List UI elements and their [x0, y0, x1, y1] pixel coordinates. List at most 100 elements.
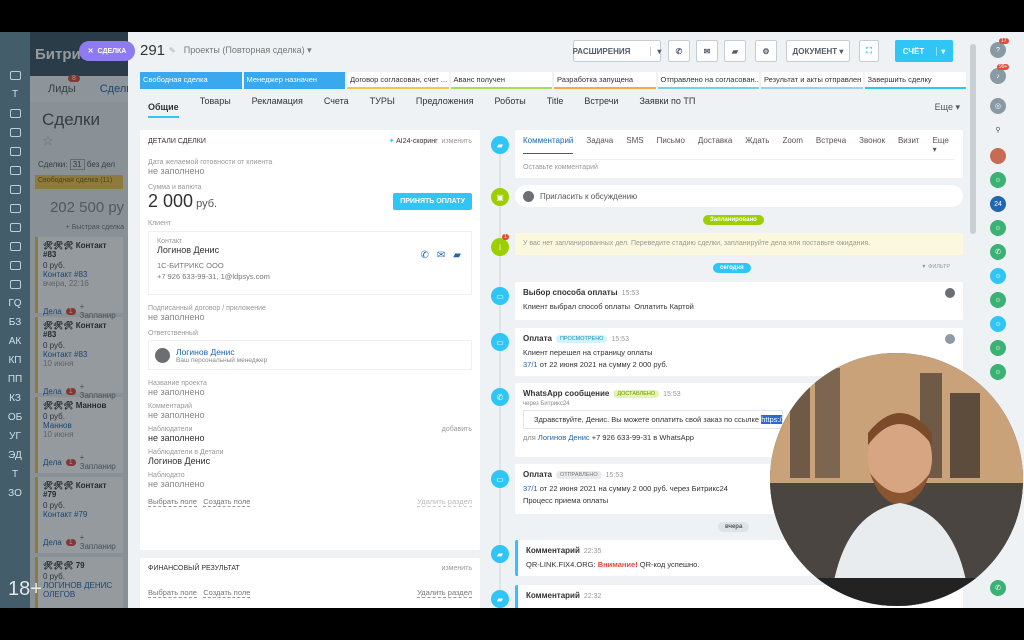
create-field-link[interactable]: Создать поле — [203, 497, 251, 507]
composer-tab[interactable]: Звонок — [859, 136, 885, 154]
bell-icon[interactable]: ♪ — [990, 68, 1006, 84]
rail-item[interactable]: Т — [0, 465, 30, 484]
stage-item[interactable]: Разработка запущена — [554, 72, 656, 89]
tabs-more-button[interactable]: Еще ▾ — [935, 102, 960, 113]
tab-item[interactable]: Общие — [148, 102, 179, 118]
tab-item[interactable]: Товары — [200, 96, 231, 118]
mail-button[interactable]: ✉ — [696, 40, 718, 62]
rail-item[interactable] — [0, 104, 30, 123]
user-icon[interactable]: ☺ — [990, 340, 1006, 356]
ai-scoring-link[interactable]: AI24-скоринг — [396, 138, 438, 145]
delete-section-link[interactable]: Удалить раздел — [417, 497, 472, 507]
create-field-link[interactable]: Создать поле — [203, 588, 251, 598]
composer-tab[interactable]: Ждать — [745, 136, 769, 154]
delete-section-link[interactable]: Удалить раздел — [417, 588, 472, 598]
tab-item[interactable]: Title — [547, 96, 564, 118]
avatar[interactable] — [990, 148, 1006, 164]
expand-button[interactable]: ⛶ — [859, 40, 879, 62]
rail-item[interactable]: ОБ — [0, 408, 30, 427]
search-icon[interactable]: ⚲ — [990, 122, 1006, 138]
rail-item[interactable]: КП — [0, 351, 30, 370]
chat-button[interactable]: ▰ — [724, 40, 746, 62]
chat-icon[interactable]: ▰ — [453, 250, 461, 261]
tab-item[interactable]: Предложения — [416, 96, 474, 118]
rail-item[interactable]: ЗО — [0, 484, 30, 503]
composer-tab[interactable]: Комментарий — [523, 136, 574, 154]
rail-item[interactable] — [0, 218, 30, 237]
extensions-button[interactable]: РАСШИРЕНИЯ ▾ — [573, 40, 661, 62]
filter-button[interactable]: ▼ ФИЛЬТР — [915, 262, 956, 272]
call-icon[interactable]: ✆ — [990, 580, 1006, 596]
stage-item[interactable]: Завершить сделку — [864, 72, 966, 89]
rail-item[interactable] — [0, 123, 30, 142]
stage-item[interactable]: Свободная сделка — [140, 72, 242, 89]
composer-tab[interactable]: Задача — [586, 136, 613, 154]
phone-icon[interactable]: ✆ — [421, 250, 429, 261]
rail-item[interactable]: БЗ — [0, 313, 30, 332]
user-icon[interactable]: ☺ — [990, 172, 1006, 188]
observers-add[interactable]: добавить — [442, 426, 472, 433]
tab-item[interactable]: Счета — [324, 96, 349, 118]
document-button[interactable]: ДОКУМЕНТ ▾ — [786, 40, 850, 62]
contact-name[interactable]: Логинов Денис — [157, 245, 463, 255]
rail-item[interactable] — [0, 199, 30, 218]
responsible-name[interactable]: Логинов Денис — [176, 347, 267, 357]
composer-tab[interactable]: Письмо — [657, 136, 685, 154]
financial-edit[interactable]: изменить — [442, 565, 472, 572]
composer-tab[interactable]: Встреча — [816, 136, 846, 154]
accept-payment-button[interactable]: ПРИНЯТЬ ОПЛАТУ — [393, 193, 472, 210]
choose-field-link[interactable]: Выбрать поле — [148, 497, 197, 507]
rail-item[interactable]: Т — [0, 85, 30, 104]
tab-item[interactable]: ТУРЫ — [370, 96, 395, 118]
deal-category[interactable]: Проекты (Повторная сделка) ▾ — [184, 45, 312, 56]
rail-item[interactable] — [0, 256, 30, 275]
mail-icon[interactable]: ✉ — [437, 250, 445, 261]
rail-item[interactable]: ЭД — [0, 446, 30, 465]
stage-item[interactable]: Аванс получен — [450, 72, 552, 89]
rail-item[interactable] — [0, 161, 30, 180]
phone-icon[interactable]: ✆ — [990, 244, 1006, 260]
stage-item[interactable]: Отправлено на согласован... — [657, 72, 759, 89]
rail-item[interactable]: КЗ — [0, 389, 30, 408]
rail-item[interactable]: ПП — [0, 370, 30, 389]
close-slider-button[interactable]: ✕ СДЕЛКА — [79, 41, 135, 61]
bitrix24-app: Т ГQ БЗ АК КП ПП КЗ ОБ УГ ЭД Т ЗО Битри Лиды 8 Сдел… — [0, 32, 1024, 608]
help-icon[interactable]: ? — [990, 42, 1006, 58]
pencil-icon[interactable]: ✎ — [169, 46, 176, 55]
group-icon[interactable]: ☺ — [990, 316, 1006, 332]
b24-icon[interactable]: 24 — [990, 196, 1006, 212]
rail-item[interactable] — [0, 237, 30, 256]
choose-field-link[interactable]: Выбрать поле — [148, 588, 197, 598]
stage-item[interactable]: Результат и акты отправлен — [761, 72, 863, 89]
user-icon[interactable]: ☺ — [990, 220, 1006, 236]
tab-item[interactable]: Роботы — [495, 96, 526, 118]
rail-item[interactable]: УГ — [0, 427, 30, 446]
stage-item[interactable]: Договор согласован, счет ... — [347, 72, 449, 89]
chat-icon[interactable]: ◎ — [990, 98, 1006, 114]
tab-item[interactable]: Рекламация — [252, 96, 303, 118]
composer-more[interactable]: Еще ▾ — [933, 136, 955, 154]
rail-item[interactable] — [0, 66, 30, 85]
tab-item[interactable]: Заявки по ТП — [639, 96, 695, 118]
rail-item[interactable] — [0, 180, 30, 199]
composer-tab[interactable]: SMS — [626, 136, 643, 154]
rail-item[interactable]: ГQ — [0, 294, 30, 313]
rail-item[interactable]: АК — [0, 332, 30, 351]
details-edit-link[interactable]: изменить — [442, 138, 472, 145]
tab-item[interactable]: Встречи — [584, 96, 618, 118]
rail-item[interactable] — [0, 142, 30, 161]
composer-tab[interactable]: Визит — [898, 136, 920, 154]
comment-input[interactable]: Оставьте комментарий — [523, 159, 955, 171]
rail-item[interactable] — [0, 275, 30, 294]
composer-tab[interactable]: Zoom — [782, 136, 802, 154]
group-icon[interactable]: ☺ — [990, 268, 1006, 284]
user-icon[interactable]: ☺ — [990, 364, 1006, 380]
invoice-button[interactable]: СЧЁТ ▾ — [895, 40, 953, 62]
scrollbar[interactable] — [970, 44, 976, 234]
invite-bar[interactable]: Пригласить к обсуждению — [515, 185, 963, 207]
composer-tab[interactable]: Доставка — [698, 136, 732, 154]
user-icon[interactable]: ☺ — [990, 292, 1006, 308]
stage-item[interactable]: Менеджер назначен — [243, 72, 345, 89]
phone-button[interactable]: ✆ — [668, 40, 690, 62]
settings-button[interactable]: ⚙ — [755, 40, 777, 62]
